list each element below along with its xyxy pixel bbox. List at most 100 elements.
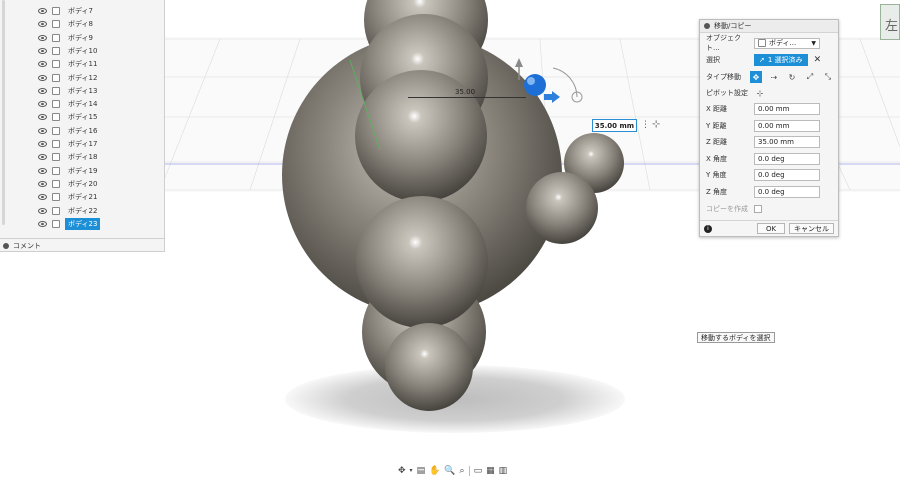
tree-item[interactable]: ボディ11 — [38, 58, 100, 70]
field-input[interactable]: 0.0 deg — [754, 152, 820, 165]
eye-icon[interactable] — [38, 34, 47, 41]
display-settings-icon[interactable]: ▭ — [474, 466, 483, 476]
point-to-point-icon[interactable]: ⤢ — [804, 71, 816, 83]
chevron-down-icon[interactable]: ▾ — [410, 467, 413, 474]
dimension-value-label: 35.00 — [455, 88, 476, 96]
zoom-window-icon[interactable]: ⌕ — [460, 466, 465, 476]
orbit-icon[interactable]: ✥ — [398, 466, 406, 476]
eye-icon[interactable] — [38, 47, 47, 54]
tree-item[interactable]: ボディ22 — [38, 205, 100, 217]
dialog-field-row: Z 距離 35.00 mm — [706, 135, 834, 149]
pivot-set-icon[interactable]: ⊹ — [754, 87, 766, 99]
dialog-field-row: Y 距離 0.00 mm — [706, 119, 834, 133]
free-move-icon[interactable]: ✥ — [750, 71, 762, 83]
body-icon — [52, 193, 60, 202]
field-label: Z 距離 — [706, 138, 728, 147]
move-type-row: タイプ移動 ✥ ⇢ ↻ ⤢ ⤡ — [706, 70, 834, 84]
tree-item-label: ボディ17 — [68, 140, 98, 148]
tree-item[interactable]: ボディ19 — [38, 165, 100, 177]
eye-icon[interactable] — [38, 74, 47, 81]
object-row: オブジェクト... ボディ... ▼ — [706, 34, 834, 52]
eye-icon[interactable] — [38, 141, 47, 147]
pivot-icon[interactable]: ⊹ — [652, 119, 664, 131]
tree-item[interactable]: ボディ10 — [38, 45, 100, 57]
move-type-label: タイプ移動 — [706, 73, 741, 81]
eye-icon[interactable] — [38, 127, 47, 134]
eye-icon[interactable] — [38, 207, 47, 214]
tree-item[interactable]: ボディ17 — [38, 138, 100, 150]
viewcube[interactable]: 左 — [880, 4, 900, 40]
zoom-icon[interactable]: 🔍 — [444, 466, 455, 476]
tree-item[interactable]: ボディ15 — [38, 111, 100, 123]
tree-item[interactable]: ボディ13 — [38, 85, 100, 97]
eye-icon[interactable] — [38, 61, 47, 68]
field-input[interactable]: 0.0 deg — [754, 169, 820, 182]
tree-item-label: ボディ7 — [68, 7, 93, 15]
tree-item[interactable]: ボディ16 — [38, 125, 100, 137]
tree-item[interactable]: ボディ21 — [38, 191, 100, 203]
object-select[interactable]: ボディ... ▼ — [754, 37, 820, 49]
dialog-title-bar[interactable]: 移動/コピー — [700, 20, 838, 33]
chevron-down-icon: ▼ — [811, 39, 816, 47]
eye-icon[interactable] — [38, 8, 47, 14]
tree-item-label: ボディ16 — [68, 126, 98, 135]
clear-selection-icon[interactable]: ✕ — [814, 55, 822, 65]
tree-item[interactable]: ボディ8 — [38, 18, 96, 30]
stack-sphere-body[interactable] — [385, 323, 473, 411]
dialog-field-row: X 角度 0.0 deg — [706, 152, 834, 166]
eye-icon[interactable] — [38, 114, 47, 121]
field-input[interactable]: 0.00 mm — [754, 103, 820, 115]
expand-icon[interactable] — [3, 242, 9, 249]
tree-item-label: ボディ8 — [68, 20, 93, 29]
side-sphere-body[interactable] — [526, 172, 598, 244]
eye-icon[interactable] — [38, 21, 47, 28]
comments-bar[interactable]: コメント — [0, 238, 165, 252]
tree-item[interactable]: ボディ18 — [38, 151, 100, 163]
tree-item[interactable]: ボディ14 — [38, 98, 100, 110]
field-input[interactable]: 35.00 mm — [754, 136, 820, 149]
dimension-input[interactable]: 35.00 mm — [592, 119, 637, 132]
body-icon — [52, 153, 60, 162]
tree-item[interactable]: ボディ23 — [38, 217, 101, 230]
body-icon — [52, 100, 60, 109]
ok-button[interactable]: OK — [757, 223, 785, 234]
dialog-footer: i OK キャンセル — [700, 220, 838, 236]
tree-item[interactable]: ボディ9 — [38, 32, 96, 44]
look-at-icon[interactable]: ▤ — [417, 466, 426, 476]
eye-icon[interactable] — [38, 87, 47, 94]
pan-icon[interactable]: ✋ — [429, 466, 440, 476]
field-label: X 距離 — [706, 105, 728, 113]
navigation-toolbar: ✥ ▾ ▤ ✋ 🔍 ⌕ ▭ ▦ ▥ — [398, 464, 507, 477]
dialog-field-row: Z 角度 0.0 deg — [706, 185, 834, 199]
collapse-icon[interactable] — [704, 23, 710, 29]
eye-icon[interactable] — [38, 101, 47, 108]
point-to-position-icon[interactable]: ⤡ — [822, 71, 834, 83]
tree-item[interactable]: ボディ12 — [38, 72, 100, 84]
cancel-button[interactable]: キャンセル — [789, 223, 834, 234]
eye-icon[interactable] — [38, 194, 47, 201]
create-copy-checkbox[interactable] — [754, 205, 762, 213]
tree-item-label: ボディ10 — [68, 46, 98, 55]
more-options-icon[interactable]: ⋮ — [641, 120, 650, 130]
field-input[interactable]: 0.00 mm — [754, 119, 820, 132]
tree-item-label: ボディ23 — [65, 217, 101, 230]
eye-icon[interactable] — [38, 154, 47, 161]
body-icon — [52, 219, 60, 228]
body-icon — [758, 39, 766, 47]
translate-icon[interactable]: ⇢ — [768, 71, 780, 83]
dialog-field-row: X 距離 0.00 mm — [706, 102, 834, 116]
eye-icon[interactable] — [38, 167, 47, 174]
eye-icon[interactable] — [38, 220, 47, 227]
tree-item[interactable]: ボディ20 — [38, 178, 100, 190]
eye-icon[interactable] — [38, 180, 47, 187]
info-icon[interactable]: i — [704, 224, 712, 233]
body-icon — [52, 33, 60, 42]
grid-settings-icon[interactable]: ▦ — [486, 466, 495, 476]
field-input[interactable]: 0.0 deg — [754, 186, 820, 198]
stack-sphere-body[interactable] — [356, 196, 488, 328]
viewports-icon[interactable]: ▥ — [499, 466, 508, 476]
tree-item[interactable]: ボディ7 — [38, 5, 96, 17]
selection-chip[interactable]: ➚ 1 選択済み — [754, 54, 808, 66]
rotate-icon[interactable]: ↻ — [786, 71, 798, 83]
browser-scrollbar[interactable] — [2, 0, 5, 225]
